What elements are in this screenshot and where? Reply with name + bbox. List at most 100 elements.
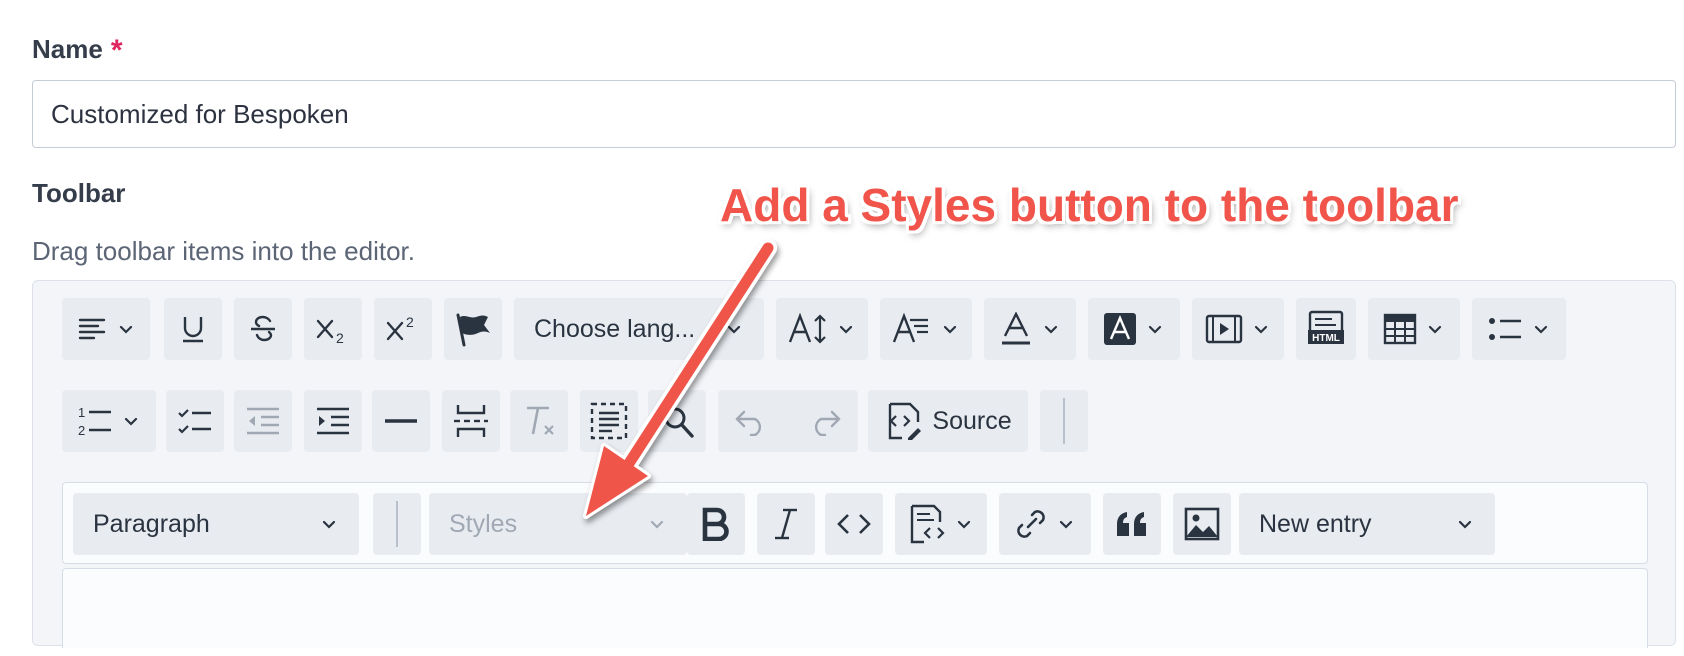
remove-format-button[interactable] [510,390,568,452]
font-size-dropdown[interactable] [776,298,868,360]
separator-item[interactable] [373,493,421,555]
html-embed-button[interactable]: HTML [1296,298,1356,360]
numbered-list-icon: 12 [78,405,111,438]
strikethrough-button[interactable] [234,298,292,360]
horizontal-line-icon [385,419,417,423]
styles-dropdown-label: Styles [449,509,518,538]
entity-embed-dropdown-label: New entry [1259,509,1372,538]
find-replace-icon [659,406,694,438]
name-label: Name * [32,32,123,67]
bulleted-list-dropdown[interactable] [1472,298,1566,360]
chevron-down-icon [839,325,853,334]
table-dropdown[interactable] [1368,298,1460,360]
find-replace-button[interactable] [648,390,706,452]
select-all-button[interactable] [580,390,638,452]
link-dropdown[interactable] [999,493,1091,555]
link-icon [1017,510,1045,538]
svg-text:2: 2 [406,314,414,330]
todo-list-icon [178,409,211,434]
chevron-down-icon [1428,325,1442,334]
strikethrough-icon [251,315,275,342]
blockquote-button[interactable] [1103,493,1161,555]
annotation-text: Add a Styles button to the toolbar [720,179,1459,231]
image-icon [1184,507,1220,541]
code-block-dropdown[interactable] [895,493,987,555]
editor-content-area[interactable] [62,568,1648,648]
blockquote-icon [1117,512,1146,536]
horizontal-line-button[interactable] [372,390,430,452]
chevron-down-icon [957,520,971,529]
language-dropdown[interactable]: Choose lang... [514,298,764,360]
entity-embed-dropdown[interactable]: New entry [1239,493,1495,555]
chevron-down-icon [727,325,741,334]
todo-list-button[interactable] [166,390,224,452]
styles-dropdown[interactable]: Styles [429,493,687,555]
name-input[interactable] [32,80,1676,148]
remove-format-icon [527,406,554,435]
chevron-down-icon [322,520,336,529]
font-family-dropdown[interactable] [880,298,972,360]
indent-button[interactable] [304,390,362,452]
toolbar-config-page: Name* Toolbar Drag toolbar items into th… [0,0,1684,656]
subscript-button[interactable]: 2 [304,298,362,360]
image-button[interactable] [1173,493,1231,555]
svg-text:1: 1 [78,405,85,420]
bold-icon [702,507,729,541]
separator-item[interactable] [1040,390,1088,452]
chevron-down-icon [650,520,664,529]
redo-icon[interactable] [808,406,842,436]
chevron-down-icon [1534,325,1548,334]
alignment-button[interactable] [62,298,150,360]
font-color-dropdown[interactable] [984,298,1076,360]
code-button[interactable] [825,493,883,555]
outdent-button[interactable] [234,390,292,452]
underline-icon [183,317,203,343]
italic-icon [775,508,797,540]
indent-icon [317,407,349,435]
bold-button[interactable] [687,493,745,555]
undo-icon[interactable] [734,406,768,436]
superscript-button[interactable]: 2 [374,298,432,360]
font-background-icon [1104,313,1136,345]
media-embed-dropdown[interactable] [1192,298,1284,360]
subscript-icon: 2 [316,319,344,345]
superscript-icon: 2 [386,314,414,341]
source-button[interactable]: Source [868,390,1028,452]
chevron-down-icon [1059,520,1073,529]
chevron-down-icon [1148,325,1162,334]
html-embed-icon: HTML [1308,310,1344,344]
heading-dropdown[interactable]: Paragraph [73,493,359,555]
chevron-down-icon [1254,325,1268,334]
font-background-dropdown[interactable] [1088,298,1180,360]
svg-text:HTML: HTML [1312,333,1340,344]
font-family-icon [892,312,928,343]
language-flag-button[interactable] [444,298,502,360]
font-color-icon [1002,312,1030,345]
svg-text:2: 2 [78,423,85,438]
table-icon [1383,313,1417,345]
align-icon [78,318,106,340]
separator-line [1063,398,1065,444]
page-break-button[interactable] [442,390,500,452]
media-icon [1205,314,1243,344]
svg-text:2: 2 [336,330,344,345]
chevron-down-icon [1458,520,1472,529]
chevron-down-icon [943,325,957,334]
page-break-icon [454,405,488,437]
chevron-down-icon [124,417,138,426]
flag-icon [456,313,490,347]
select-all-icon [590,402,628,440]
underline-button[interactable] [164,298,222,360]
separator-line [396,501,398,547]
outdent-icon [247,407,279,435]
numbered-list-dropdown[interactable]: 12 [62,390,156,452]
chevron-down-icon [1044,325,1058,334]
undo-redo-group [718,390,858,452]
code-icon [837,514,871,534]
name-label-text: Name [32,34,103,64]
font-size-icon [788,312,826,344]
italic-button[interactable] [757,493,815,555]
required-mark: * [110,34,123,67]
heading-dropdown-label: Paragraph [93,509,210,538]
source-button-label: Source [932,406,1012,435]
